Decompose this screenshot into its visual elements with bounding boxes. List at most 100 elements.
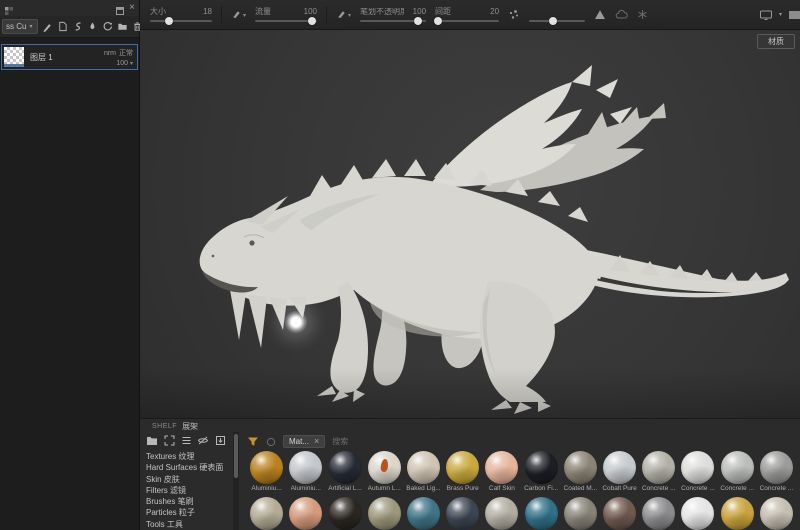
shelf-search-input[interactable]: 搜索 [332,436,348,447]
material-sphere[interactable] [720,497,754,530]
size-slider[interactable] [150,16,212,25]
material-sphere[interactable] [563,451,597,484]
shelf-scrollbar[interactable] [233,432,239,530]
material-view-button[interactable]: 材质 [757,34,795,49]
material-sphere[interactable] [485,497,519,530]
material-swatch[interactable] [365,497,404,530]
material-sphere[interactable] [406,497,440,530]
snowflake-icon[interactable] [637,9,648,20]
fill-layer-icon[interactable] [57,21,68,33]
layer-row[interactable]: 图层 1 nrm 正常 100 ▾ [1,44,138,70]
material-sphere[interactable] [524,451,558,484]
material-sphere[interactable] [328,451,362,484]
new-folder-icon[interactable] [117,21,128,33]
clipped-panel-icon[interactable] [788,9,800,21]
material-swatch[interactable] [482,497,521,530]
material-sphere[interactable] [250,497,284,530]
material-sphere[interactable] [446,497,480,530]
material-swatch[interactable]: Coated M... [561,451,600,493]
filter-chip[interactable]: Mat... × [283,435,326,448]
material-sphere[interactable] [406,451,440,484]
material-swatch[interactable] [757,497,796,530]
shelf-category-filters[interactable]: Filters 滤镜 [146,485,233,496]
rotate-history-icon[interactable] [102,21,113,33]
paint-tool-icon[interactable] [42,21,53,33]
layer-name[interactable]: 图层 1 [30,52,101,63]
hardness-slider[interactable] [529,16,586,25]
material-sphere[interactable] [681,497,715,530]
dragon-model[interactable] [140,30,800,418]
material-swatch[interactable] [639,497,678,530]
material-sphere[interactable] [759,497,793,530]
material-sphere[interactable] [446,451,480,484]
search-scope-icon[interactable] [266,437,276,447]
viewport-3d[interactable]: 材质 [140,30,800,418]
material-swatch[interactable]: Autumn L... [365,451,404,493]
layer-opacity[interactable]: 100 ▾ [116,60,133,67]
particles-icon[interactable] [508,9,520,21]
material-sphere[interactable] [250,451,284,484]
material-swatch[interactable]: Cobalt Pure [600,451,639,493]
material-swatch[interactable] [247,497,286,530]
eraser-preset-button[interactable]: ▾ [336,8,351,21]
material-sphere[interactable] [485,451,519,484]
material-sphere[interactable] [563,497,597,530]
filter-funnel-icon[interactable] [247,436,259,447]
display-mode-icon[interactable] [759,9,773,21]
cloud-sync-icon[interactable] [615,9,628,20]
material-sphere[interactable] [759,451,793,484]
material-swatch[interactable] [561,497,600,530]
material-swatch[interactable] [600,497,639,530]
import-resources-icon[interactable] [214,435,226,447]
shelf-category-brushes[interactable]: Brushes 笔刷 [146,496,233,507]
material-swatch[interactable] [404,497,443,530]
material-sphere[interactable] [642,497,676,530]
material-sphere[interactable] [328,497,362,530]
spacing-slider[interactable] [434,16,500,25]
material-sphere[interactable] [289,451,323,484]
material-sphere[interactable] [367,451,401,484]
layer-thumbnail[interactable] [4,47,24,67]
material-swatch[interactable]: Concrete ... [718,451,757,493]
list-view-icon[interactable] [180,435,192,447]
stroke-opacity-slider[interactable] [360,16,427,25]
material-swatch[interactable]: Artificial L... [325,451,364,493]
droplet-mask-icon[interactable] [87,21,98,33]
material-swatch[interactable]: Concrete ... [678,451,717,493]
material-sphere[interactable] [681,451,715,484]
material-swatch[interactable] [718,497,757,530]
material-swatch[interactable]: Baked Lig... [404,451,443,493]
material-sphere[interactable] [642,451,676,484]
material-sphere[interactable] [603,451,637,484]
material-swatch[interactable] [678,497,717,530]
material-sphere[interactable] [367,497,401,530]
material-swatch[interactable]: Calf Skin [482,451,521,493]
material-sphere[interactable] [603,497,637,530]
material-swatch[interactable]: Carbon Fi... [522,451,561,493]
brush-preset-button[interactable]: ▾ [231,8,246,21]
scrollbar-thumb[interactable] [234,434,238,478]
material-swatch[interactable] [325,497,364,530]
flow-slider[interactable] [255,16,318,25]
material-swatch[interactable]: Brass Pure [443,451,482,493]
shelf-category-particles[interactable]: Particles 粒子 [146,507,233,518]
smudge-tool-icon[interactable] [72,21,83,33]
dock-panel-icon[interactable] [115,3,125,15]
material-swatch[interactable] [522,497,561,530]
layer-blend-mode[interactable]: nrm 正常 [101,48,133,58]
material-sphere[interactable] [524,497,558,530]
shelf-category-textures[interactable]: Textures 纹理 [146,451,233,462]
folder-icon[interactable] [146,435,158,447]
material-swatch[interactable]: Aluminiu... [286,451,325,493]
shelf-category-skin[interactable]: Skin 皮肤 [146,474,233,485]
shelf-category-hard-surfaces[interactable]: Hard Surfaces 硬表面 [146,462,233,473]
shelf-category-tools[interactable]: Tools 工具 [146,519,233,530]
chevron-down-icon[interactable]: ▾ [779,11,782,18]
remove-filter-icon[interactable]: × [314,437,319,446]
expand-frame-icon[interactable] [163,435,175,447]
blend-mode-dropdown[interactable]: ss Cu ▾ [2,19,38,34]
close-panel-icon[interactable]: × [129,3,135,13]
material-sphere[interactable] [289,497,323,530]
material-swatch[interactable]: Concrete ... [639,451,678,493]
material-swatch[interactable] [286,497,325,530]
